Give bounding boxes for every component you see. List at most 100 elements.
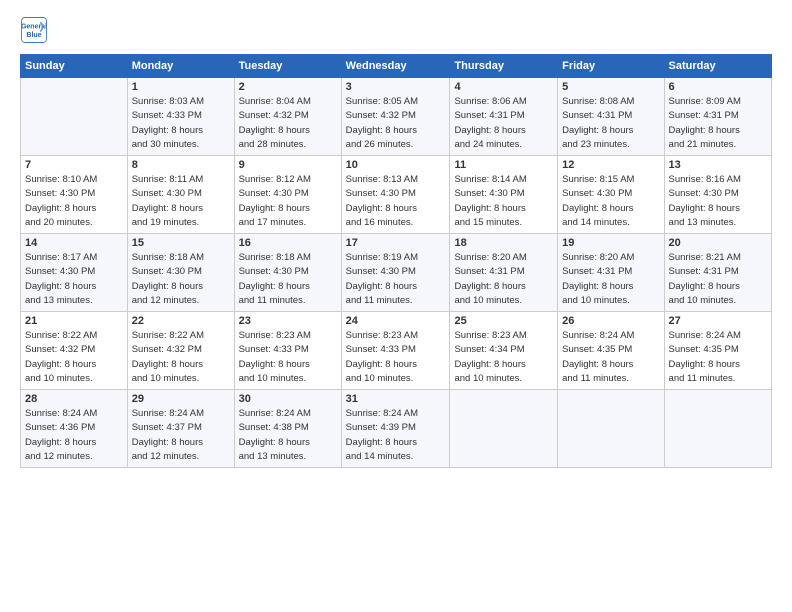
day-cell [21,78,128,156]
day-info: Sunrise: 8:18 AM Sunset: 4:30 PM Dayligh… [239,251,337,308]
day-cell: 23 Sunrise: 8:23 AM Sunset: 4:33 PM Dayli… [234,312,341,390]
day-cell: 11 Sunrise: 8:14 AM Sunset: 4:30 PM Dayli… [450,156,558,234]
day-number: 9 [239,159,337,171]
header-cell-friday: Friday [558,55,664,78]
day-info: Sunrise: 8:20 AM Sunset: 4:31 PM Dayligh… [454,251,553,308]
day-cell: 30 Sunrise: 8:24 AM Sunset: 4:38 PM Dayli… [234,390,341,468]
day-info: Sunrise: 8:06 AM Sunset: 4:31 PM Dayligh… [454,95,553,152]
day-number: 19 [562,237,659,249]
day-cell: 22Sunrise: 8:22 AM Sunset: 4:32 PM Dayli… [127,312,234,390]
day-number: 6 [669,81,767,93]
week-row-2: 7 Sunrise: 8:10 AM Sunset: 4:30 PM Daylig… [21,156,772,234]
day-info: Sunrise: 8:19 AM Sunset: 4:30 PM Dayligh… [346,251,446,308]
header-cell-saturday: Saturday [664,55,771,78]
day-cell: 25Sunrise: 8:23 AM Sunset: 4:34 PM Dayli… [450,312,558,390]
day-number: 21 [25,315,123,327]
header-cell-tuesday: Tuesday [234,55,341,78]
day-info: Sunrise: 8:24 AM Sunset: 4:37 PM Dayligh… [132,407,230,464]
day-number: 23 [239,315,337,327]
day-cell: 8 Sunrise: 8:11 AM Sunset: 4:30 PM Daylig… [127,156,234,234]
header-cell-sunday: Sunday [21,55,128,78]
day-number: 31 [346,393,446,405]
day-cell [450,390,558,468]
day-info: Sunrise: 8:20 AM Sunset: 4:31 PM Dayligh… [562,251,659,308]
day-cell: 31Sunrise: 8:24 AM Sunset: 4:39 PM Dayli… [341,390,450,468]
logo: General Blue [20,16,52,44]
day-info: Sunrise: 8:09 AM Sunset: 4:31 PM Dayligh… [669,95,767,152]
page: General Blue SundayMondayTuesdayWednesda… [0,0,792,612]
day-info: Sunrise: 8:24 AM Sunset: 4:38 PM Dayligh… [239,407,337,464]
day-info: Sunrise: 8:24 AM Sunset: 4:35 PM Dayligh… [562,329,659,386]
day-cell: 26 Sunrise: 8:24 AM Sunset: 4:35 PM Dayli… [558,312,664,390]
day-info: Sunrise: 8:24 AM Sunset: 4:36 PM Dayligh… [25,407,123,464]
day-info: Sunrise: 8:21 AM Sunset: 4:31 PM Dayligh… [669,251,767,308]
day-number: 14 [25,237,123,249]
day-number: 3 [346,81,446,93]
day-cell [664,390,771,468]
day-cell: 1 Sunrise: 8:03 AM Sunset: 4:33 PM Daylig… [127,78,234,156]
day-info: Sunrise: 8:15 AM Sunset: 4:30 PM Dayligh… [562,173,659,230]
day-cell: 12 Sunrise: 8:15 AM Sunset: 4:30 PM Dayli… [558,156,664,234]
day-info: Sunrise: 8:23 AM Sunset: 4:33 PM Dayligh… [346,329,446,386]
week-row-5: 28 Sunrise: 8:24 AM Sunset: 4:36 PM Dayli… [21,390,772,468]
day-info: Sunrise: 8:23 AM Sunset: 4:34 PM Dayligh… [454,329,553,386]
day-info: Sunrise: 8:22 AM Sunset: 4:32 PM Dayligh… [25,329,123,386]
day-info: Sunrise: 8:05 AM Sunset: 4:32 PM Dayligh… [346,95,446,152]
day-cell: 13Sunrise: 8:16 AM Sunset: 4:30 PM Dayli… [664,156,771,234]
day-info: Sunrise: 8:17 AM Sunset: 4:30 PM Dayligh… [25,251,123,308]
day-cell: 28 Sunrise: 8:24 AM Sunset: 4:36 PM Dayli… [21,390,128,468]
day-number: 15 [132,237,230,249]
day-number: 8 [132,159,230,171]
day-cell: 20 Sunrise: 8:21 AM Sunset: 4:31 PM Dayli… [664,234,771,312]
day-number: 20 [669,237,767,249]
day-cell: 4 Sunrise: 8:06 AM Sunset: 4:31 PM Daylig… [450,78,558,156]
day-info: Sunrise: 8:22 AM Sunset: 4:32 PM Dayligh… [132,329,230,386]
day-number: 17 [346,237,446,249]
header-row: SundayMondayTuesdayWednesdayThursdayFrid… [21,55,772,78]
day-number: 30 [239,393,337,405]
day-number: 27 [669,315,767,327]
day-info: Sunrise: 8:10 AM Sunset: 4:30 PM Dayligh… [25,173,123,230]
day-number: 28 [25,393,123,405]
day-number: 26 [562,315,659,327]
day-cell: 27 Sunrise: 8:24 AM Sunset: 4:35 PM Dayli… [664,312,771,390]
day-number: 12 [562,159,659,171]
day-number: 29 [132,393,230,405]
day-number: 11 [454,159,553,171]
day-info: Sunrise: 8:13 AM Sunset: 4:30 PM Dayligh… [346,173,446,230]
day-number: 7 [25,159,123,171]
day-cell: 2 Sunrise: 8:04 AM Sunset: 4:32 PM Daylig… [234,78,341,156]
day-info: Sunrise: 8:08 AM Sunset: 4:31 PM Dayligh… [562,95,659,152]
day-cell: 6 Sunrise: 8:09 AM Sunset: 4:31 PM Daylig… [664,78,771,156]
day-cell: 9 Sunrise: 8:12 AM Sunset: 4:30 PM Daylig… [234,156,341,234]
day-number: 4 [454,81,553,93]
header-cell-monday: Monday [127,55,234,78]
day-cell: 29 Sunrise: 8:24 AM Sunset: 4:37 PM Dayli… [127,390,234,468]
day-info: Sunrise: 8:03 AM Sunset: 4:33 PM Dayligh… [132,95,230,152]
day-info: Sunrise: 8:18 AM Sunset: 4:30 PM Dayligh… [132,251,230,308]
day-info: Sunrise: 8:12 AM Sunset: 4:30 PM Dayligh… [239,173,337,230]
logo-icon: General Blue [20,16,48,44]
day-cell [558,390,664,468]
day-number: 18 [454,237,553,249]
day-info: Sunrise: 8:14 AM Sunset: 4:30 PM Dayligh… [454,173,553,230]
header-cell-thursday: Thursday [450,55,558,78]
day-number: 2 [239,81,337,93]
day-info: Sunrise: 8:24 AM Sunset: 4:35 PM Dayligh… [669,329,767,386]
day-info: Sunrise: 8:23 AM Sunset: 4:33 PM Dayligh… [239,329,337,386]
day-number: 13 [669,159,767,171]
day-number: 1 [132,81,230,93]
week-row-4: 21 Sunrise: 8:22 AM Sunset: 4:32 PM Dayli… [21,312,772,390]
calendar-table: SundayMondayTuesdayWednesdayThursdayFrid… [20,54,772,468]
day-info: Sunrise: 8:04 AM Sunset: 4:32 PM Dayligh… [239,95,337,152]
day-info: Sunrise: 8:11 AM Sunset: 4:30 PM Dayligh… [132,173,230,230]
day-cell: 10Sunrise: 8:13 AM Sunset: 4:30 PM Dayli… [341,156,450,234]
day-cell: 3 Sunrise: 8:05 AM Sunset: 4:32 PM Daylig… [341,78,450,156]
day-cell: 7 Sunrise: 8:10 AM Sunset: 4:30 PM Daylig… [21,156,128,234]
day-cell: 15 Sunrise: 8:18 AM Sunset: 4:30 PM Dayli… [127,234,234,312]
day-cell: 5 Sunrise: 8:08 AM Sunset: 4:31 PM Daylig… [558,78,664,156]
day-cell: 17 Sunrise: 8:19 AM Sunset: 4:30 PM Dayli… [341,234,450,312]
header-cell-wednesday: Wednesday [341,55,450,78]
day-number: 16 [239,237,337,249]
day-number: 5 [562,81,659,93]
